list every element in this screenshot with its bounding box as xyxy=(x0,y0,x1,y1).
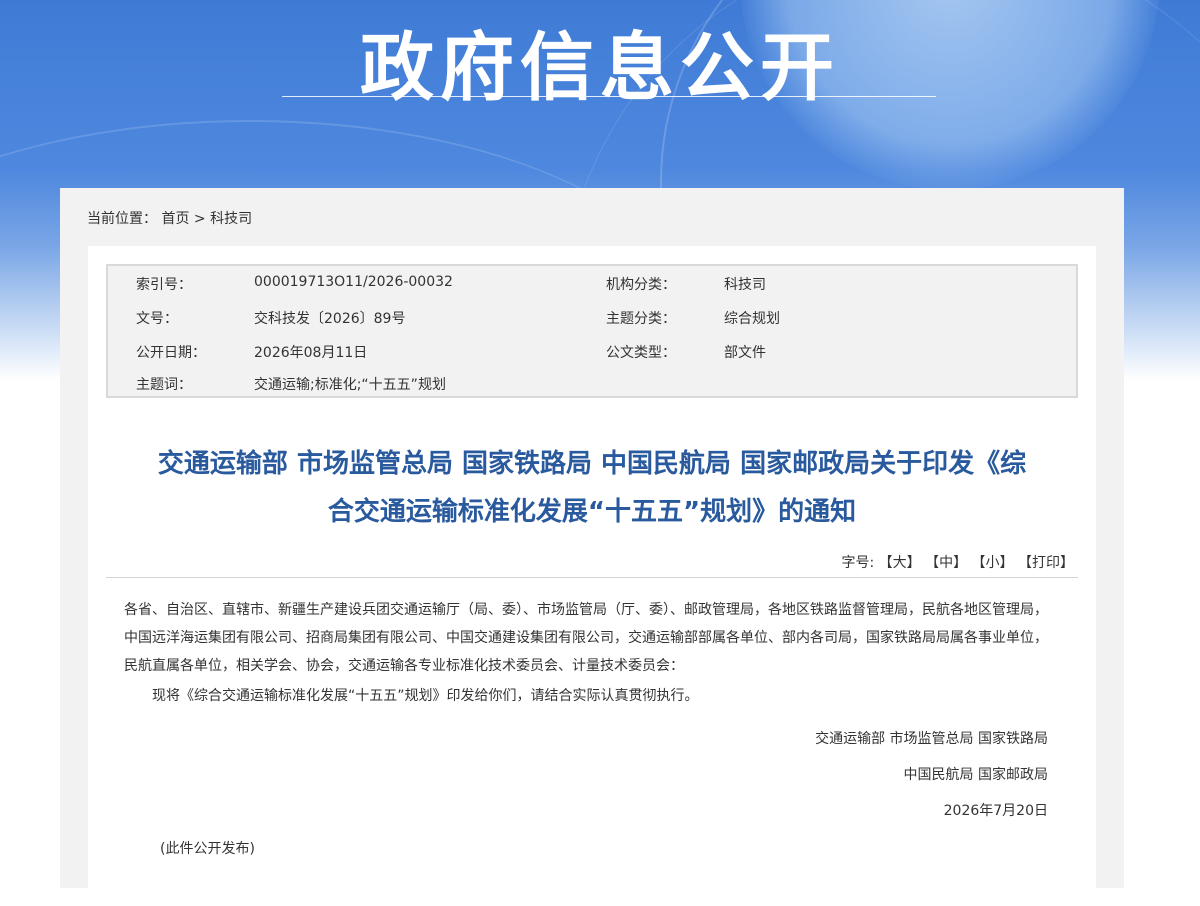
breadcrumb-current-link[interactable]: 科技司 xyxy=(210,211,252,227)
document-title-line: 交通运输部 市场监管总局 国家铁路局 中国民航局 国家邮政局关于印发《综 xyxy=(157,449,1027,479)
index-label: 索引号： xyxy=(136,277,192,293)
document-title-line: 合交通运输标准化发展“十五五”规划》的通知 xyxy=(327,497,857,527)
font-medium-button[interactable]: 【中】 xyxy=(925,555,967,571)
font-size-toolbar: 字号: 【大】 【中】 【小】 【打印】 xyxy=(841,552,1074,572)
type-value: 部文件 xyxy=(724,345,766,361)
date-label: 公开日期： xyxy=(136,345,206,361)
document-title: 交通运输部 市场监管总局 国家铁路局 中国民航局 国家邮政局关于印发《综 合交通… xyxy=(88,440,1096,536)
print-button[interactable]: 【打印】 xyxy=(1018,555,1074,571)
metadata-row: 文号： 交科技发〔2026〕89号 主题分类： 综合规划 xyxy=(108,308,1076,328)
index-value: 000019713O11/2026-00032 xyxy=(254,274,453,290)
topic-value: 综合规划 xyxy=(724,311,780,327)
org-label: 机构分类： xyxy=(606,277,676,293)
signature-line: 中国民航局 国家邮政局 xyxy=(903,767,1048,783)
keywords-value: 交通运输;标准化;“十五五”规划 xyxy=(254,377,446,393)
body-paragraph: 现将《综合交通运输标准化发展“十五五”规划》印发给你们，请结合实际认真贯彻执行。 xyxy=(152,688,699,704)
recipients-paragraph: 各省、自治区、直辖市、新疆生产建设兵团交通运输厅（局、委）、市场监管局（厅、委）… xyxy=(124,602,1048,674)
docno-value: 交科技发〔2026〕89号 xyxy=(254,311,406,327)
font-small-button[interactable]: 【小】 xyxy=(972,555,1014,571)
banner-title: 政府信息公开 xyxy=(360,25,840,111)
date-value: 2026年08月11日 xyxy=(254,345,368,361)
breadcrumb-home-link[interactable]: 首页 xyxy=(161,211,189,227)
signature-date: 2026年7月20日 xyxy=(943,803,1048,819)
font-size-label: 字号: xyxy=(841,555,875,571)
metadata-row: 主题词： 交通运输;标准化;“十五五”规划 xyxy=(108,374,1076,394)
metadata-row: 索引号： 000019713O11/2026-00032 机构分类： 科技司 xyxy=(108,274,1076,294)
article-content: 索引号： 000019713O11/2026-00032 机构分类： 科技司 文… xyxy=(88,246,1096,906)
type-label: 公文类型： xyxy=(606,345,676,361)
org-value: 科技司 xyxy=(724,277,766,293)
docno-label: 文号： xyxy=(136,311,178,327)
document-body: 各省、自治区、直辖市、新疆生产建设兵团交通运输厅（局、委）、市场监管局（厅、委）… xyxy=(124,596,1058,710)
signature-line: 交通运输部 市场监管总局 国家铁路局 xyxy=(815,731,1048,747)
banner-underline xyxy=(282,96,936,97)
breadcrumb: 当前位置： 首页 > 科技司 xyxy=(87,208,252,228)
publication-note: (此件公开发布) xyxy=(160,841,255,857)
font-large-button[interactable]: 【大】 xyxy=(879,555,921,571)
content-divider xyxy=(106,577,1078,578)
breadcrumb-label: 当前位置： xyxy=(87,211,157,227)
document-metadata-table: 索引号： 000019713O11/2026-00032 机构分类： 科技司 文… xyxy=(106,264,1078,398)
metadata-row: 公开日期： 2026年08月11日 公文类型： 部文件 xyxy=(108,342,1076,362)
breadcrumb-separator: > xyxy=(193,211,206,227)
topic-label: 主题分类： xyxy=(606,311,676,327)
content-panel: 当前位置： 首页 > 科技司 索引号： 000019713O11/2026-00… xyxy=(60,188,1124,906)
keywords-label: 主题词： xyxy=(136,377,192,393)
